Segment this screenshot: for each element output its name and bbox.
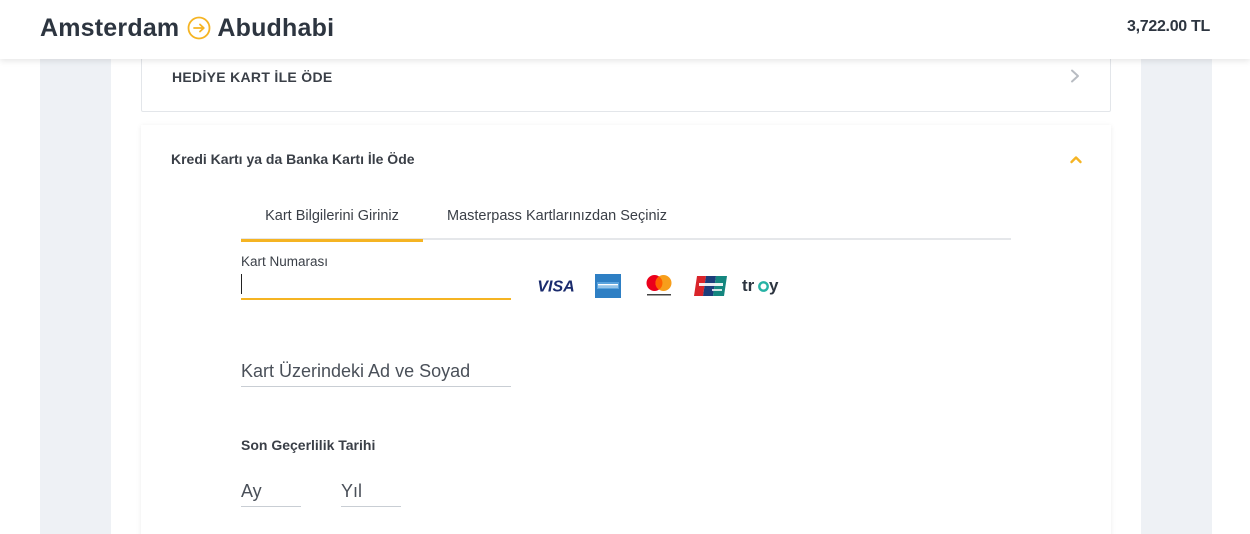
chevron-up-icon[interactable] bbox=[1069, 152, 1083, 164]
card-brand-logos: VISA tr y bbox=[531, 273, 789, 299]
svg-text:tr: tr bbox=[742, 276, 755, 295]
page-background-right bbox=[1141, 59, 1212, 534]
card-number-input[interactable] bbox=[241, 272, 511, 300]
cardholder-name-input[interactable] bbox=[241, 357, 511, 387]
expiry-month-input[interactable] bbox=[241, 477, 301, 507]
mastercard-logo-icon bbox=[634, 273, 684, 299]
page-background-left bbox=[40, 59, 111, 534]
troy-logo-icon: tr y bbox=[737, 273, 787, 299]
total-price: 3,722.00 TL bbox=[1127, 18, 1210, 35]
unionpay-logo-icon bbox=[686, 273, 736, 299]
arrow-right-circle-icon bbox=[187, 16, 211, 40]
origin-city: Amsterdam bbox=[40, 13, 180, 42]
text-cursor bbox=[241, 274, 242, 294]
card-number-label: Kart Numarası bbox=[241, 254, 329, 269]
svg-text:y: y bbox=[769, 276, 779, 295]
card-payment-title[interactable]: Kredi Kartı ya da Banka Kartı İle Öde bbox=[171, 151, 415, 167]
tab-enter-card-details[interactable]: Kart Bilgilerini Giriniz bbox=[241, 198, 423, 242]
chevron-right-icon[interactable] bbox=[1068, 68, 1082, 84]
svg-text:VISA: VISA bbox=[537, 279, 574, 296]
expiry-date-title: Son Geçerlilik Tarihi bbox=[241, 437, 376, 453]
card-payment-section: Kredi Kartı ya da Banka Kartı İle Öde Ka… bbox=[141, 125, 1111, 534]
header-bar: Amsterdam Abudhabi 3,722.00 TL bbox=[0, 0, 1250, 59]
route-summary: Amsterdam Abudhabi bbox=[40, 13, 334, 43]
visa-logo-icon: VISA bbox=[531, 273, 581, 299]
tab-masterpass-cards[interactable]: Masterpass Kartlarınızdan Seçiniz bbox=[433, 198, 681, 240]
amex-logo-icon bbox=[583, 273, 633, 299]
destination-city: Abudhabi bbox=[217, 13, 335, 42]
expiry-year-input[interactable] bbox=[341, 477, 401, 507]
gift-card-title: HEDİYE KART İLE ÖDE bbox=[172, 69, 333, 85]
payment-method-tabs: Kart Bilgilerini Giriniz Masterpass Kart… bbox=[241, 198, 1011, 242]
